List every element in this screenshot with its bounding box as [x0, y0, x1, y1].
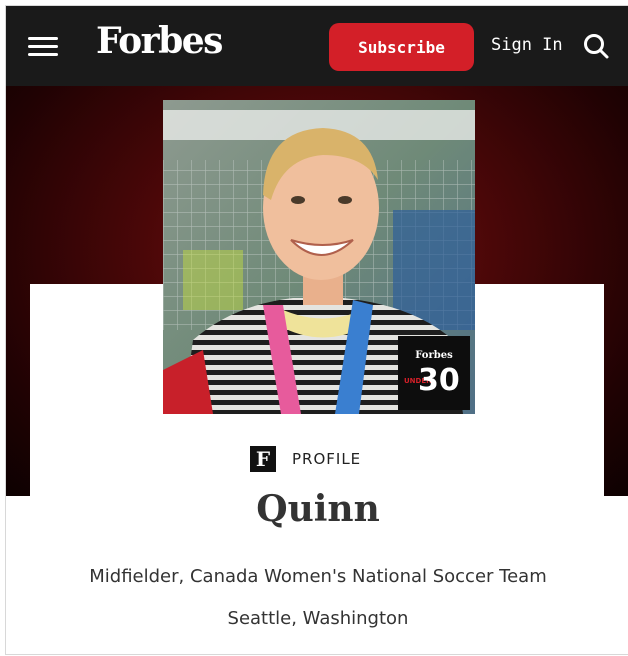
profile-label: PROFILE: [292, 450, 362, 468]
subscribe-button[interactable]: Subscribe: [329, 23, 474, 71]
forbes-logo[interactable]: Forbes: [96, 20, 223, 62]
profile-location: Seattle, Washington: [227, 608, 409, 629]
badge-brand: Forbes: [415, 350, 453, 361]
page-frame: Forbes Subscribe Sign In Forbes UNDER 30…: [6, 6, 628, 654]
hamburger-menu-icon[interactable]: [28, 37, 58, 57]
sign-in-link[interactable]: Sign In: [491, 35, 563, 55]
forbes-30-under-30-badge: Forbes UNDER 30: [398, 336, 470, 410]
search-icon[interactable]: [582, 32, 610, 60]
site-header: Forbes Subscribe Sign In: [6, 6, 628, 86]
profile-name: Quinn: [256, 488, 380, 530]
forbes-f-icon: F: [250, 446, 276, 472]
badge-number: 30: [418, 363, 460, 398]
profile-role: Midfielder, Canada Women's National Socc…: [89, 566, 547, 587]
